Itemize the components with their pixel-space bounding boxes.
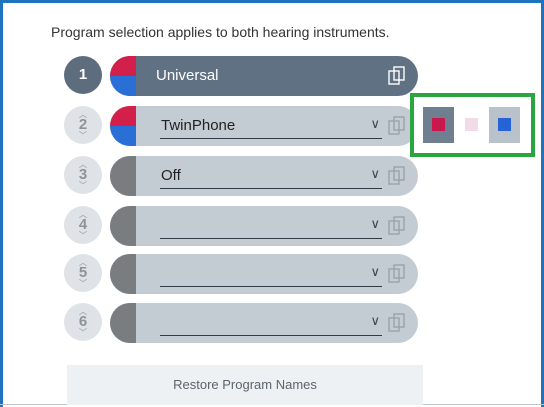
program-color-indicator [110, 206, 136, 246]
program-color-indicator [110, 106, 136, 146]
program-number-1[interactable]: 1 [64, 56, 102, 94]
chevron-down-icon: ﹀ [79, 328, 87, 337]
chevron-up-icon: ︿ [79, 258, 87, 267]
copy-icon[interactable] [388, 166, 406, 186]
program-number-6[interactable]: ︿ 6 ﹀ [64, 303, 102, 341]
chevron-down-icon[interactable]: ∨ [370, 116, 380, 132]
program-pill-4[interactable]: ∨ [110, 206, 418, 246]
chevron-up-icon: ︿ [79, 160, 87, 169]
program-pill-1[interactable]: Universal [110, 56, 418, 96]
pink-square-icon [465, 118, 478, 131]
chevron-down-icon[interactable]: ∨ [370, 264, 380, 280]
program-row-6[interactable]: ︿ 6 ﹀ ∨ [64, 303, 420, 343]
program-select-3[interactable]: Off ∨ [160, 164, 382, 189]
program-number-5[interactable]: ︿ 5 ﹀ [64, 254, 102, 292]
restore-program-names-button[interactable]: Restore Program Names [67, 365, 423, 405]
program-color-indicator [110, 56, 136, 96]
program-row-5[interactable]: ︿ 5 ﹀ ∨ [64, 254, 420, 294]
chevron-up-icon: ︿ [79, 307, 87, 316]
program-color-indicator [110, 254, 136, 294]
swatch-red[interactable] [423, 107, 454, 143]
blue-square-icon [498, 118, 511, 131]
chevron-down-icon: ﹀ [79, 231, 87, 240]
program-name-1: Universal [156, 67, 219, 84]
copy-icon[interactable] [388, 313, 406, 333]
chevron-down-icon[interactable]: ∨ [370, 166, 380, 182]
side-color-selector [410, 93, 535, 157]
copy-icon[interactable] [388, 66, 406, 86]
program-select-value: TwinPhone [161, 117, 236, 134]
program-color-indicator [110, 156, 136, 196]
swatch-pink[interactable] [456, 107, 487, 143]
chevron-down-icon: ﹀ [79, 181, 87, 190]
red-square-icon [432, 118, 445, 131]
program-row-3[interactable]: ︿ 3 ﹀ Off ∨ [64, 156, 420, 196]
program-select-6[interactable]: ∨ [160, 311, 382, 336]
chevron-up-icon: ︿ [79, 110, 87, 119]
chevron-down-icon: ﹀ [79, 279, 87, 288]
program-pill-6[interactable]: ∨ [110, 303, 418, 343]
copy-icon[interactable] [388, 264, 406, 284]
program-row-1[interactable]: 1 Universal [64, 56, 420, 96]
program-row-4[interactable]: ︿ 4 ﹀ ∨ [64, 206, 420, 246]
program-select-5[interactable]: ∨ [160, 262, 382, 287]
program-pill-5[interactable]: ∨ [110, 254, 418, 294]
program-pill-3[interactable]: Off ∨ [110, 156, 418, 196]
program-select-2[interactable]: TwinPhone ∨ [160, 114, 382, 139]
chevron-up-icon: ︿ [79, 210, 87, 219]
copy-icon[interactable] [388, 216, 406, 236]
swatch-blue[interactable] [489, 107, 520, 143]
program-color-indicator [110, 303, 136, 343]
chevron-down-icon[interactable]: ∨ [370, 216, 380, 232]
program-select-value: Off [161, 167, 181, 184]
chevron-down-icon[interactable]: ∨ [370, 313, 380, 329]
program-number-2[interactable]: ︿ 2 ﹀ [64, 106, 102, 144]
program-number-3[interactable]: ︿ 3 ﹀ [64, 156, 102, 194]
program-select-4[interactable]: ∨ [160, 214, 382, 239]
program-pill-2[interactable]: TwinPhone ∨ [110, 106, 418, 146]
page-heading: Program selection applies to both hearin… [51, 24, 390, 40]
program-row-2[interactable]: ︿ 2 ﹀ TwinPhone ∨ [64, 106, 420, 146]
copy-icon[interactable] [388, 116, 406, 136]
program-number-4[interactable]: ︿ 4 ﹀ [64, 206, 102, 244]
chevron-down-icon: ﹀ [79, 131, 87, 140]
